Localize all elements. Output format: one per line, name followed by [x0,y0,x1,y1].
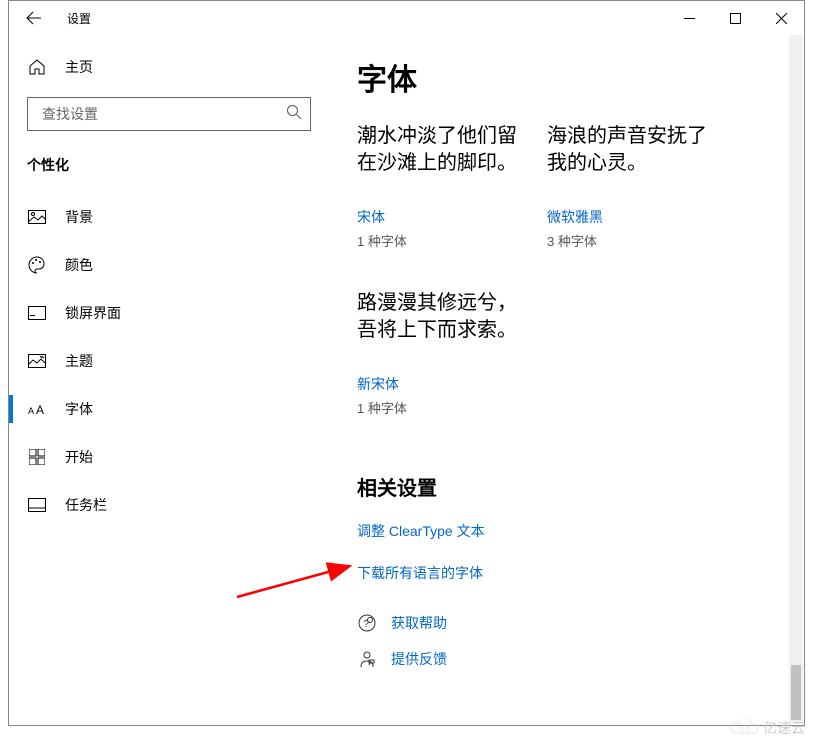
lockscreen-icon [27,306,47,320]
page-title: 字体 [357,55,776,99]
settings-window: 设置 主页 [8,0,805,726]
taskbar-icon [27,498,47,512]
watermark: 亿速云 [729,718,805,738]
font-sample-text: 路漫漫其修远兮，吾将上下而求索。 [357,290,527,344]
get-help-label: 获取帮助 [391,613,447,633]
related-settings-section: 相关设置 调整 ClearType 文本 下载所有语言的字体 ? 获取帮助 提供… [357,472,776,669]
font-name-link[interactable]: 新宋体 [357,374,527,394]
font-count: 1 种字体 [357,231,527,250]
search-input[interactable] [42,106,286,122]
sidebar-item-label: 主题 [65,351,93,371]
svg-text:?: ? [364,619,370,630]
watermark-text: 亿速云 [763,718,805,738]
get-help-link[interactable]: ? 获取帮助 [357,613,776,633]
themes-icon [27,354,47,368]
titlebar: 设置 [9,1,804,35]
sidebar-item-label: 颜色 [65,255,93,275]
font-count: 3 种字体 [547,231,717,250]
sidebar-item-label: 任务栏 [65,495,107,515]
font-sample-card[interactable]: 潮水冲淡了他们留在沙滩上的脚印。 宋体 1 种字体 [357,123,527,250]
palette-icon [27,256,47,274]
minimize-icon [684,13,695,24]
help-icon: ? [357,614,377,632]
sidebar-item-lockscreen[interactable]: 锁屏界面 [9,289,329,337]
image-icon [27,210,47,224]
window-controls [666,1,804,35]
sidebar-item-label: 背景 [65,207,93,227]
window-title: 设置 [67,10,91,27]
svg-text:A: A [36,403,44,416]
sidebar-item-fonts[interactable]: AA 字体 [9,385,329,433]
maximize-button[interactable] [712,1,758,35]
watermark-icon [729,719,759,737]
home-link[interactable]: 主页 [9,47,329,87]
sidebar-item-themes[interactable]: 主题 [9,337,329,385]
back-button[interactable] [17,1,51,35]
maximize-icon [730,13,741,24]
close-icon [776,13,787,24]
feedback-link[interactable]: 提供反馈 [357,649,776,669]
sidebar: 主页 个性化 背景 颜色 [9,35,329,725]
sidebar-item-label: 字体 [65,399,93,419]
minimize-button[interactable] [666,1,712,35]
font-sample-card[interactable]: 海浪的声音安抚了我的心灵。 微软雅黑 3 种字体 [547,123,717,250]
font-samples-grid: 潮水冲淡了他们留在沙滩上的脚印。 宋体 1 种字体 海浪的声音安抚了我的心灵。 … [357,123,776,417]
sidebar-item-colors[interactable]: 颜色 [9,241,329,289]
font-name-link[interactable]: 宋体 [357,207,527,227]
cleartype-link[interactable]: 调整 ClearType 文本 [357,521,776,541]
scrollbar[interactable] [789,35,803,724]
category-label: 个性化 [9,149,329,193]
sidebar-item-start[interactable]: 开始 [9,433,329,481]
font-sample-text: 海浪的声音安抚了我的心灵。 [547,123,717,177]
sidebar-item-label: 锁屏界面 [65,303,121,323]
home-label: 主页 [65,57,93,77]
start-icon [27,449,47,465]
sidebar-item-background[interactable]: 背景 [9,193,329,241]
fonts-icon: AA [27,402,47,416]
sidebar-item-taskbar[interactable]: 任务栏 [9,481,329,529]
home-icon [27,58,47,76]
svg-text:A: A [28,406,34,416]
scrollbar-thumb[interactable] [791,665,801,720]
feedback-icon [357,650,377,668]
close-button[interactable] [758,1,804,35]
sidebar-item-label: 开始 [65,447,93,467]
font-sample-card[interactable]: 路漫漫其修远兮，吾将上下而求索。 新宋体 1 种字体 [357,290,527,417]
search-box[interactable] [27,97,311,131]
feedback-label: 提供反馈 [391,649,447,669]
search-icon [286,104,302,125]
font-name-link[interactable]: 微软雅黑 [547,207,717,227]
main-content: 字体 潮水冲淡了他们留在沙滩上的脚印。 宋体 1 种字体 海浪的声音安抚了我的心… [329,35,804,725]
download-fonts-link[interactable]: 下载所有语言的字体 [357,563,776,583]
font-sample-text: 潮水冲淡了他们留在沙滩上的脚印。 [357,123,527,177]
font-count: 1 种字体 [357,398,527,417]
related-heading: 相关设置 [357,472,776,501]
back-arrow-icon [26,10,42,26]
